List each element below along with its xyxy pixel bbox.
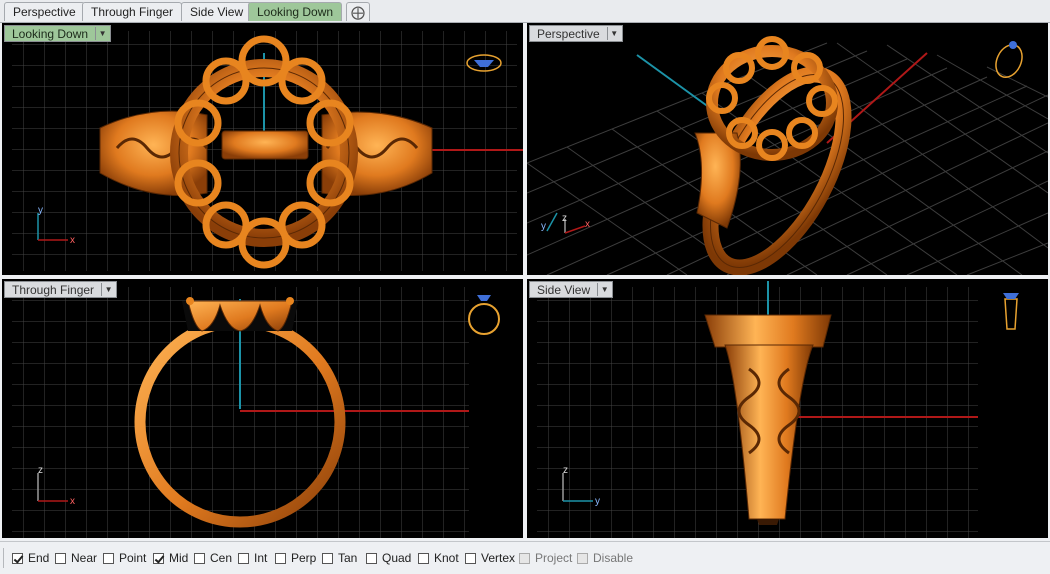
viewport-looking-down[interactable]: y x Looking Down ▼: [2, 23, 523, 275]
osnap-mid[interactable]: Mid: [153, 551, 188, 565]
chevron-down-icon[interactable]: ▼: [606, 27, 621, 40]
divider: [3, 548, 4, 568]
osnap-cen[interactable]: Cen: [194, 551, 232, 565]
viewport-label-through-finger[interactable]: Through Finger ▼: [4, 281, 118, 298]
viewport-side-view[interactable]: z y Side View ▼: [527, 279, 1048, 538]
viewport-label-looking-down[interactable]: Looking Down ▼: [4, 25, 112, 42]
osnap-quad[interactable]: Quad: [366, 551, 411, 565]
chevron-down-icon[interactable]: ▼: [597, 283, 611, 296]
osnap-tan[interactable]: Tan: [322, 551, 357, 565]
osnap-label: Vertex: [481, 551, 516, 565]
viewport-tab-strip: Perspective Through Finger Side View Loo…: [0, 0, 1050, 23]
svg-text:y: y: [595, 496, 600, 507]
checkbox[interactable]: [519, 553, 530, 564]
osnap-perp[interactable]: Perp: [275, 551, 316, 565]
tab-perspective[interactable]: Perspective: [4, 2, 85, 21]
viewport-title: Perspective: [537, 27, 600, 41]
svg-text:z: z: [562, 213, 567, 224]
viewport-through-finger[interactable]: z x Through Finger ▼: [2, 279, 523, 538]
chevron-down-icon[interactable]: ▼: [95, 27, 109, 40]
svg-text:x: x: [70, 496, 75, 507]
checkbox[interactable]: [12, 553, 23, 564]
checkbox[interactable]: [103, 553, 114, 564]
svg-text:x: x: [585, 219, 590, 230]
svg-text:y: y: [541, 221, 546, 232]
view-orientation-icon: [1003, 293, 1019, 330]
osnap-label: Mid: [169, 551, 189, 565]
osnap-bar: End Near Point Mid Cen Int Perp Tan Quad…: [0, 541, 1050, 574]
checkbox[interactable]: [577, 553, 588, 564]
looking-down-scene: y x: [12, 31, 523, 271]
checkbox[interactable]: [465, 553, 476, 564]
checkbox[interactable]: [275, 553, 286, 564]
tab-side-view[interactable]: Side View: [181, 2, 253, 21]
svg-text:z: z: [563, 465, 568, 476]
add-tab-button[interactable]: ⨁: [346, 2, 370, 21]
osnap-vertex[interactable]: Vertex: [465, 551, 515, 565]
checkbox[interactable]: [194, 553, 205, 564]
plus-icon: ⨁: [351, 4, 365, 20]
osnap-disable[interactable]: Disable: [577, 551, 633, 565]
osnap-knot[interactable]: Knot: [418, 551, 459, 565]
viewport-title: Side View: [537, 283, 591, 297]
osnap-label: Disable: [593, 551, 634, 565]
osnap-label: Knot: [434, 551, 459, 565]
chevron-down-icon[interactable]: ▼: [101, 283, 115, 296]
side-view-scene: z y: [537, 281, 1019, 538]
perspective-scene: y z x: [527, 36, 1048, 275]
viewport-title: Through Finger: [12, 283, 95, 297]
osnap-label: Project: [535, 551, 573, 565]
axis-label-y: y: [38, 205, 43, 216]
osnap-label: Near: [71, 551, 98, 565]
checkbox[interactable]: [238, 553, 249, 564]
checkbox[interactable]: [366, 553, 377, 564]
checkbox[interactable]: [322, 553, 333, 564]
view-orientation-icon: [995, 41, 1023, 78]
viewport-title: Looking Down: [12, 27, 89, 41]
osnap-label: Tan: [338, 551, 358, 565]
tab-looking-down[interactable]: Looking Down: [248, 2, 343, 21]
checkbox[interactable]: [153, 553, 164, 564]
viewport-label-side-view[interactable]: Side View ▼: [529, 281, 614, 298]
osnap-int[interactable]: Int: [238, 551, 267, 565]
checkbox[interactable]: [418, 553, 429, 564]
osnap-end[interactable]: End: [12, 551, 49, 565]
osnap-label: Quad: [382, 551, 412, 565]
svg-text:z: z: [38, 465, 43, 476]
osnap-project[interactable]: Project: [519, 551, 572, 565]
osnap-label: End: [28, 551, 50, 565]
checkbox[interactable]: [55, 553, 66, 564]
osnap-point[interactable]: Point: [103, 551, 146, 565]
viewport-label-perspective[interactable]: Perspective ▼: [529, 25, 623, 42]
osnap-near[interactable]: Near: [55, 551, 97, 565]
y-axis-line: [636, 54, 718, 114]
view-orientation-icon: [468, 295, 500, 335]
ring-perspective-view: [694, 36, 852, 275]
through-finger-scene: z x: [12, 287, 500, 538]
axis-label-x: x: [70, 235, 75, 246]
osnap-label: Cen: [210, 551, 233, 565]
osnap-label: Int: [254, 551, 268, 565]
viewport-perspective[interactable]: y z x Perspective ▼: [527, 23, 1048, 275]
osnap-label: Point: [119, 551, 147, 565]
tab-through-finger[interactable]: Through Finger: [82, 2, 183, 21]
osnap-label: Perp: [291, 551, 317, 565]
